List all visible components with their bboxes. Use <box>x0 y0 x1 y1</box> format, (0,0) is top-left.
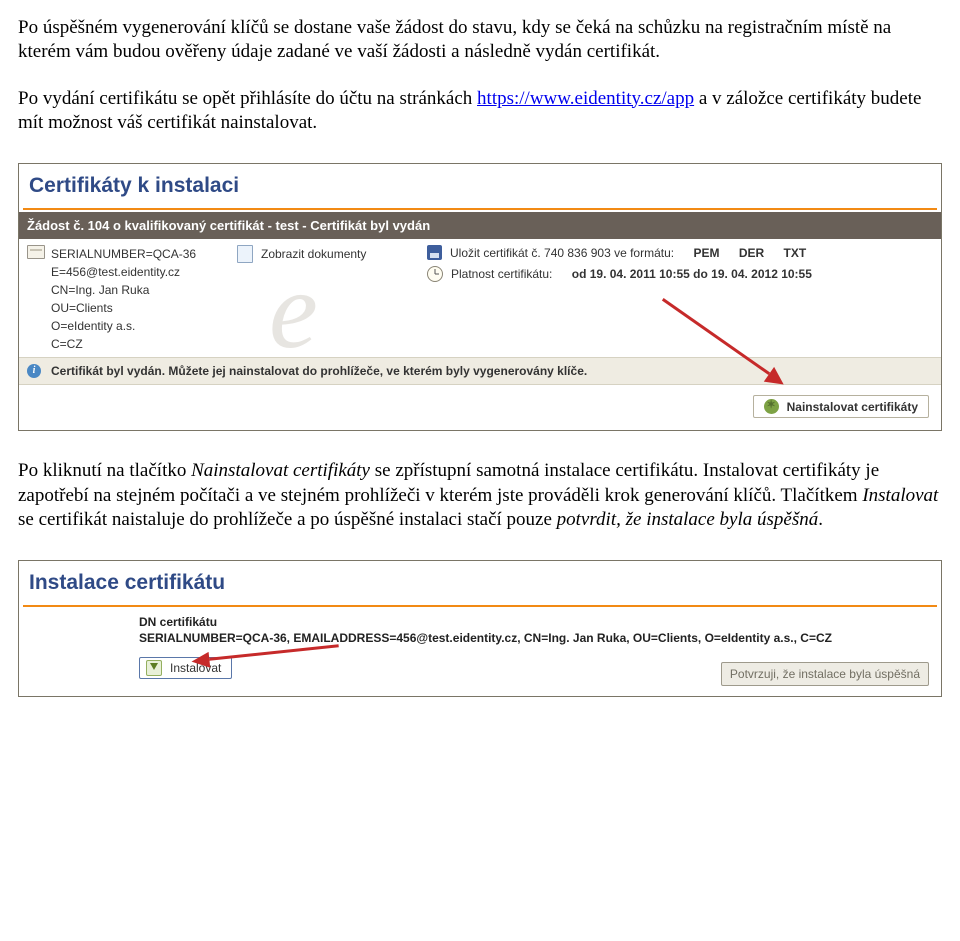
show-documents-link[interactable]: Zobrazit dokumenty <box>237 245 407 263</box>
intro-paragraph-1: Po úspěšném vygenerování klíčů se dostan… <box>18 16 942 65</box>
serial-line-1: SERIALNUMBER=QCA-36 <box>51 245 196 263</box>
red-arrow-annotation-2 <box>209 644 339 661</box>
p3-em1: Nainstalovat certifikáty <box>191 460 370 481</box>
panel2-heading: Instalace certifikátu <box>19 561 941 605</box>
p3-prefix: Po kliknutí na tlačítko <box>18 460 191 481</box>
panel1-heading: Certifikáty k instalaci <box>19 164 941 208</box>
download-icon <box>146 660 162 676</box>
serial-line-5: O=eIdentity a.s. <box>51 317 196 335</box>
certificates-to-install-panel: Certifikáty k instalaci Žádost č. 104 o … <box>18 163 942 431</box>
install-button[interactable]: Instalovat <box>139 657 232 679</box>
p3-em3: potvrdit, že instalace byla úspěšná <box>557 509 819 530</box>
install-certificate-panel: Instalace certifikátu DN certifikátu SER… <box>18 560 942 697</box>
instruction-paragraph: Po kliknutí na tlačítko Nainstalovat cer… <box>18 459 942 532</box>
request-status-bar: Žádost č. 104 o kvalifikovaný certifikát… <box>19 212 941 239</box>
p3-em2: Instalovat <box>862 485 938 506</box>
save-validity-column: Uložit certifikát č. 740 836 903 ve form… <box>427 245 933 353</box>
issued-info-bar: i Certifikát byl vydán. Můžete jej nains… <box>19 357 941 385</box>
documents-column: Zobrazit dokumenty <box>237 245 407 353</box>
orange-divider-2 <box>23 605 937 607</box>
install-button-row: Nainstalovat certifikáty <box>19 385 941 430</box>
format-txt[interactable]: TXT <box>784 246 807 260</box>
orange-divider <box>23 208 937 210</box>
request-body: e SERIALNUMBER=QCA-36 E=456@test.eidenti… <box>19 239 941 357</box>
install-certificates-label: Nainstalovat certifikáty <box>787 400 918 414</box>
format-der[interactable]: DER <box>739 246 764 260</box>
intro-paragraph-2: Po vydání certifikátu se opět přihlásíte… <box>18 87 942 136</box>
serial-line-4: OU=Clients <box>51 299 196 317</box>
id-card-icon <box>27 245 45 259</box>
serial-line-3: CN=Ing. Jan Ruka <box>51 281 196 299</box>
dn-value: SERIALNUMBER=QCA-36, EMAILADDRESS=456@te… <box>139 631 931 645</box>
p3-mid2: se certifikát naistaluje do prohlížeče a… <box>18 509 557 530</box>
clock-icon <box>427 266 443 282</box>
gear-icon <box>764 399 779 414</box>
show-documents-label: Zobrazit dokumenty <box>261 247 366 261</box>
issued-message: Certifikát byl vydán. Můžete jej nainsta… <box>51 364 587 378</box>
info-icon: i <box>27 364 41 378</box>
save-cert-row: Uložit certifikát č. 740 836 903 ve form… <box>427 245 933 260</box>
serial-line-2: E=456@test.eidentity.cz <box>51 263 196 281</box>
save-icon <box>427 245 442 260</box>
install-certificates-button[interactable]: Nainstalovat certifikáty <box>753 395 929 418</box>
save-label: Uložit certifikát č. 740 836 903 ve form… <box>450 246 674 260</box>
validity-value: od 19. 04. 2011 10:55 do 19. 04. 2012 10… <box>572 267 812 281</box>
dn-block: DN certifikátu SERIALNUMBER=QCA-36, EMAI… <box>19 615 941 645</box>
serial-block: SERIALNUMBER=QCA-36 E=456@test.eidentity… <box>27 245 217 353</box>
para2-prefix: Po vydání certifikátu se opět přihlásíte… <box>18 88 477 109</box>
confirm-success-button[interactable]: Potvrzuji, že instalace byla úspěšná <box>721 662 929 686</box>
p3-suffix: . <box>818 509 823 530</box>
validity-row: Platnost certifikátu: od 19. 04. 2011 10… <box>427 266 933 282</box>
format-pem[interactable]: PEM <box>693 246 719 260</box>
serial-line-6: C=CZ <box>51 335 196 353</box>
document-icon <box>237 245 253 263</box>
eidentity-link[interactable]: https://www.eidentity.cz/app <box>477 88 694 109</box>
validity-label: Platnost certifikátu: <box>451 267 552 281</box>
dn-label: DN certifikátu <box>139 615 931 629</box>
